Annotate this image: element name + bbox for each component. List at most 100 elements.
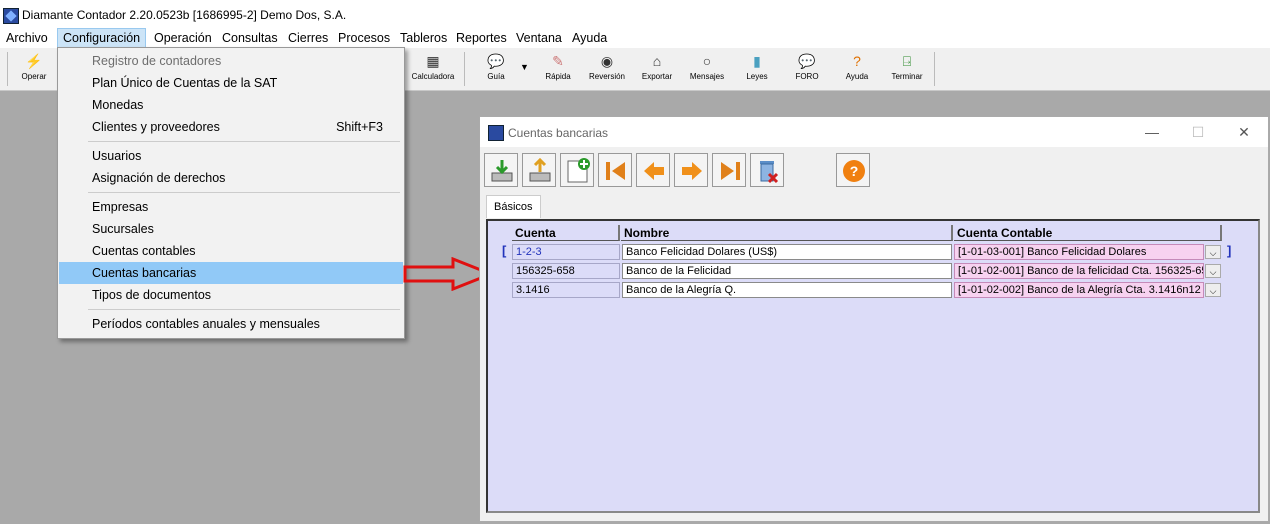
previous-arrow-icon [644,162,664,180]
calculadora-button[interactable]: ▦ Calculadora [409,51,457,87]
tab-strip: Básicos [484,195,1264,218]
cuenta-field[interactable]: 3.1416 [512,282,620,298]
cuenta-field[interactable]: 1-2-3 [512,244,620,260]
graduation-cap-icon: ⌂ [652,53,662,69]
column-header-cuenta-contable: Cuenta Contable [954,225,1222,241]
load-button[interactable] [522,153,556,187]
menu-bar: Archivo Configuración Operación Consulta… [0,28,1270,48]
guia-label: Guía [487,72,505,81]
nombre-field[interactable]: Banco Felicidad Dolares (US$) [622,244,952,260]
column-header-cuenta: Cuenta [512,225,620,241]
exit-door-icon: ⍈ [902,53,912,69]
foro-label: FORO [795,72,819,81]
guia-button[interactable]: 💬 Guía [472,51,520,87]
leyes-button[interactable]: ▮ Leyes [733,51,781,87]
ayuda-label: Ayuda [845,72,869,81]
toolbar-separator [934,52,935,86]
menu-archivo[interactable]: Archivo [1,28,53,48]
trash-delete-icon [760,161,779,184]
calculadora-label: Calculadora [411,72,455,81]
chevron-down-icon[interactable]: ⌵ [1205,245,1221,259]
menu-item-empresas[interactable]: Empresas [59,196,403,218]
menu-item-periodos-contables[interactable]: Períodos contables anuales y mensuales [59,313,403,335]
chevron-down-icon[interactable]: ⌵ [1205,264,1221,278]
terminar-button[interactable]: ⍈ Terminar [883,51,931,87]
menu-item-asignacion-derechos[interactable]: Asignación de derechos [59,167,403,189]
speech-bubble-icon: 💬 [487,53,505,69]
app-title-bar: Diamante Contador 2.20.0523b [1686995-2]… [0,0,1270,28]
maximize-icon[interactable]: ☐ [1178,121,1218,143]
save-button[interactable] [484,153,518,187]
column-header-nombre: Nombre [621,225,953,241]
previous-record-button[interactable] [636,153,670,187]
menu-item-monedas[interactable]: Monedas [59,94,403,116]
rapida-button[interactable]: ✎ Rápida [534,51,582,87]
first-record-button[interactable] [598,153,632,187]
menu-ventana[interactable]: Ventana [511,28,567,48]
menu-tableros[interactable]: Tableros [395,28,452,48]
cuenta-contable-select[interactable]: [1-01-03-001] Banco Felicidad Dolares [954,244,1204,260]
cuenta-field[interactable]: 156325-658 [512,263,620,279]
cuenta-contable-select[interactable]: [1-01-02-002] Banco de la Alegría Cta. 3… [954,282,1204,298]
minimize-icon[interactable]: — [1132,121,1172,143]
exportar-label: Exportar [641,72,673,81]
next-record-button[interactable] [674,153,708,187]
shortcut-label: Shift+F3 [336,120,383,134]
mensajes-button[interactable]: ○ Mensajes [683,51,731,87]
menu-operacion[interactable]: Operación [149,28,217,48]
help-button[interactable]: ? [836,153,870,187]
operar-label: Operar [21,72,47,81]
menu-item-cuentas-bancarias[interactable]: Cuentas bancarias [59,262,403,284]
foro-button[interactable]: 💬 FORO [783,51,831,87]
last-record-button[interactable] [712,153,746,187]
cuenta-contable-select[interactable]: [1-01-02-001] Banco de la felicidad Cta.… [954,263,1204,279]
menu-item-registro-contadores: Registro de contadores [92,54,222,68]
guia-dropdown-caret-icon[interactable]: ▼ [520,62,529,72]
menu-item-plan-unico-cuentas-sat[interactable]: Plan Único de Cuentas de la SAT [59,72,403,94]
svg-text:?: ? [850,163,859,179]
forum-bubble-icon: 💬 [798,53,816,69]
help-icon: ? [853,53,861,69]
menu-item-cuentas-contables[interactable]: Cuentas contables [59,240,403,262]
reversion-label: Reversión [588,72,625,81]
close-icon[interactable]: ✕ [1224,121,1264,143]
menu-item-clientes-proveedores[interactable]: Clientes y proveedores Shift+F3 [59,116,403,138]
nombre-field[interactable]: Banco de la Felicidad [622,263,952,279]
chevron-down-icon[interactable]: ⌵ [1205,283,1221,297]
operar-button[interactable]: ⚡ Operar [10,51,58,87]
reversion-button[interactable]: ◉ Reversión [583,51,631,87]
menu-item-sucursales[interactable]: Sucursales [59,218,403,240]
exportar-button[interactable]: ⌂ Exportar [633,51,681,87]
new-document-icon [567,158,590,183]
menu-separator [88,192,400,193]
toolbar-separator [464,52,465,86]
new-record-button[interactable] [560,153,594,187]
leyes-label: Leyes [746,72,768,81]
nombre-field[interactable]: Banco de la Alegría Q. [622,282,952,298]
window-title: Cuentas bancarias [508,126,609,140]
configuracion-dropdown-menu: Registro de contadores Plan Único de Cue… [57,47,405,339]
menu-configuracion[interactable]: Configuración [57,28,146,48]
tab-basicos[interactable]: Básicos [486,195,541,218]
menu-reportes[interactable]: Reportes [451,28,512,48]
menu-item-tipos-documentos[interactable]: Tipos de documentos [59,284,403,306]
first-arrow-icon [606,162,625,180]
menu-procesos[interactable]: Procesos [333,28,395,48]
save-down-arrow-icon [491,160,513,182]
row-selection-bracket-left: [ [502,243,507,258]
delete-button[interactable] [750,153,784,187]
menu-consultas[interactable]: Consultas [217,28,283,48]
mensajes-label: Mensajes [689,72,725,81]
ayuda-button[interactable]: ? Ayuda [833,51,881,87]
menu-item-usuarios[interactable]: Usuarios [59,145,403,167]
app-icon [3,8,19,24]
accounts-grid-panel: Cuenta Nombre Cuenta Contable [ ] 1-2-3 … [486,219,1260,513]
next-arrow-icon [682,162,702,180]
book-icon: ▮ [753,53,761,69]
pencil-icon: ✎ [552,53,564,69]
menu-cierres[interactable]: Cierres [283,28,333,48]
menu-ayuda[interactable]: Ayuda [567,28,612,48]
last-arrow-icon [721,162,740,180]
app-title: Diamante Contador 2.20.0523b [1686995-2]… [22,8,347,22]
toolbar-separator [7,52,8,86]
